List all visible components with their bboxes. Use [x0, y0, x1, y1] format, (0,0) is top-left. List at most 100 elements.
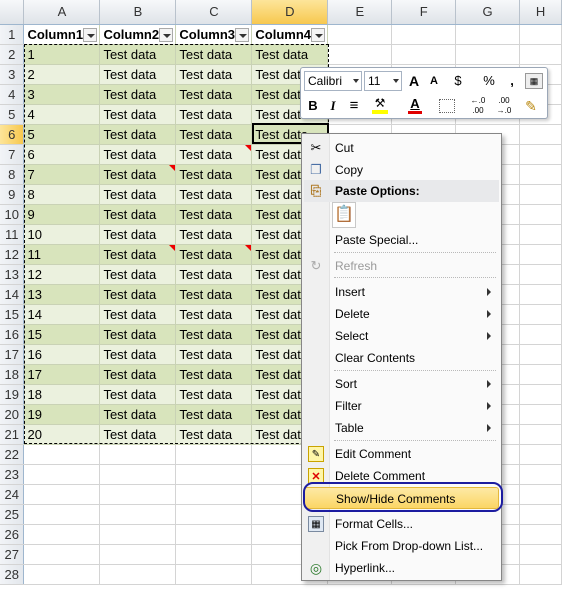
cell-B20[interactable]: Test data	[99, 404, 177, 425]
column-header-b[interactable]: B	[99, 0, 177, 25]
menu-item-select[interactable]: Select	[304, 325, 499, 347]
cell-A23[interactable]	[23, 464, 101, 485]
cell-H9[interactable]	[519, 184, 562, 205]
row-header-23[interactable]: 23	[0, 464, 25, 485]
percent-button[interactable]: %	[481, 71, 497, 91]
cell-B19[interactable]: Test data	[99, 384, 177, 405]
cell-C7[interactable]: Test data	[175, 144, 253, 165]
cell-F2[interactable]	[391, 44, 457, 65]
menu-item-sort[interactable]: Sort	[304, 373, 499, 395]
column-header-g[interactable]: G	[455, 0, 521, 25]
cell-H25[interactable]	[519, 504, 562, 525]
cell-C20[interactable]: Test data	[175, 404, 253, 425]
comma-button[interactable]: ,	[505, 71, 519, 91]
format-painter-icon[interactable]: ✎	[521, 96, 541, 116]
filter-dropdown-icon[interactable]	[159, 27, 174, 42]
cell-C22[interactable]	[175, 444, 253, 465]
cell-B1[interactable]: Column2	[99, 24, 177, 45]
cell-A15[interactable]: 14	[23, 304, 101, 325]
cell-C26[interactable]	[175, 524, 253, 545]
cell-A8[interactable]: 7	[23, 164, 101, 185]
cell-C27[interactable]	[175, 544, 253, 565]
font-color-button[interactable]: A	[405, 96, 425, 116]
cell-G1[interactable]	[455, 24, 521, 45]
row-header-2[interactable]: 2	[0, 44, 25, 65]
cell-H6[interactable]	[519, 124, 562, 145]
cell-H15[interactable]	[519, 304, 562, 325]
cell-C14[interactable]: Test data	[175, 284, 253, 305]
cell-C10[interactable]: Test data	[175, 204, 253, 225]
cell-C13[interactable]: Test data	[175, 264, 253, 285]
cell-B3[interactable]: Test data	[99, 64, 177, 85]
cell-B7[interactable]: Test data	[99, 144, 177, 165]
menu-item-edit-comment[interactable]: ✎ Edit Comment	[304, 443, 499, 465]
menu-item-format-cells[interactable]: ▦ Format Cells...	[304, 513, 499, 535]
cell-H21[interactable]	[519, 424, 562, 445]
cell-A21[interactable]: 20	[23, 424, 101, 445]
cell-C24[interactable]	[175, 484, 253, 505]
cell-C5[interactable]: Test data	[175, 104, 253, 125]
menu-item-cut[interactable]: ✂ Cut	[304, 137, 499, 159]
column-header-a[interactable]: A	[23, 0, 101, 25]
cell-E1[interactable]	[327, 24, 393, 45]
font-name-box[interactable]: Calibri	[304, 71, 362, 91]
row-header-28[interactable]: 28	[0, 564, 25, 585]
paste-clipboard-icon[interactable]: 📋	[332, 202, 356, 228]
row-header-22[interactable]: 22	[0, 444, 25, 465]
cell-H2[interactable]	[519, 44, 562, 65]
row-header-7[interactable]: 7	[0, 144, 25, 165]
cell-B10[interactable]: Test data	[99, 204, 177, 225]
increase-decimal-icon[interactable]: ←.0.00	[467, 96, 489, 116]
cell-A22[interactable]	[23, 444, 101, 465]
row-header-4[interactable]: 4	[0, 84, 25, 105]
cell-A12[interactable]: 11	[23, 244, 101, 265]
cell-B25[interactable]	[99, 504, 177, 525]
cell-A5[interactable]: 4	[23, 104, 101, 125]
cell-A24[interactable]	[23, 484, 101, 505]
row-header-21[interactable]: 21	[0, 424, 25, 445]
cell-B12[interactable]: Test data	[99, 244, 177, 265]
cell-H16[interactable]	[519, 324, 562, 345]
menu-item-show-hide-comments[interactable]: Show/Hide Comments	[304, 487, 499, 509]
cell-C2[interactable]: Test data	[175, 44, 253, 65]
cell-A10[interactable]: 9	[23, 204, 101, 225]
row-header-24[interactable]: 24	[0, 484, 25, 505]
cell-C25[interactable]	[175, 504, 253, 525]
row-header-9[interactable]: 9	[0, 184, 25, 205]
cell-C15[interactable]: Test data	[175, 304, 253, 325]
cell-B9[interactable]: Test data	[99, 184, 177, 205]
grow-font-button[interactable]: A	[405, 71, 423, 91]
row-header-18[interactable]: 18	[0, 364, 25, 385]
cell-A1[interactable]: Column1	[23, 24, 101, 45]
filter-dropdown-icon[interactable]	[311, 27, 326, 42]
column-header-h[interactable]: H	[519, 0, 562, 25]
merge-icon[interactable]: ▦	[525, 73, 543, 89]
cell-H10[interactable]	[519, 204, 562, 225]
align-center-icon[interactable]: ≡	[345, 96, 363, 116]
row-header-1[interactable]: 1	[0, 24, 25, 45]
column-header-e[interactable]: E	[327, 0, 393, 25]
cell-A20[interactable]: 19	[23, 404, 101, 425]
filter-dropdown-icon[interactable]	[83, 27, 98, 42]
cell-B21[interactable]: Test data	[99, 424, 177, 445]
cell-H7[interactable]	[519, 144, 562, 165]
cell-H26[interactable]	[519, 524, 562, 545]
column-header-d[interactable]: D	[251, 0, 329, 25]
menu-item-table[interactable]: Table	[304, 417, 499, 439]
cell-A7[interactable]: 6	[23, 144, 101, 165]
cell-B27[interactable]	[99, 544, 177, 565]
row-header-26[interactable]: 26	[0, 524, 25, 545]
cell-H1[interactable]	[519, 24, 562, 45]
column-header-c[interactable]: C	[175, 0, 253, 25]
cell-C16[interactable]: Test data	[175, 324, 253, 345]
menu-item-delete[interactable]: Delete	[304, 303, 499, 325]
cell-H22[interactable]	[519, 444, 562, 465]
cell-A6[interactable]: 5	[23, 124, 101, 145]
cell-H28[interactable]	[519, 564, 562, 585]
currency-button[interactable]: $	[447, 71, 469, 91]
cell-G2[interactable]	[455, 44, 521, 65]
fill-color-icon[interactable]: ⚒	[369, 96, 391, 116]
row-header-19[interactable]: 19	[0, 384, 25, 405]
row-header-27[interactable]: 27	[0, 544, 25, 565]
cell-H17[interactable]	[519, 344, 562, 365]
